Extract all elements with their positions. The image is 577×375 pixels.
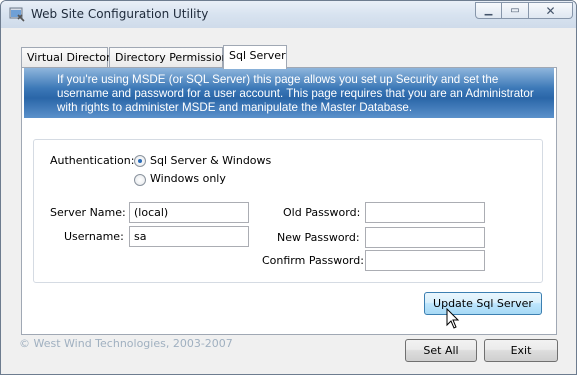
authentication-label: Authentication: bbox=[50, 154, 135, 167]
tab-sql-server[interactable]: Sql Server bbox=[223, 45, 287, 69]
tab-virtual-directory[interactable]: Virtual Directory bbox=[21, 47, 117, 68]
radio-sql-server-windows[interactable] bbox=[134, 155, 146, 167]
tab-directory-permissions[interactable]: Directory Permissions bbox=[109, 47, 234, 68]
exit-button[interactable]: Exit bbox=[484, 339, 558, 362]
app-icon bbox=[9, 7, 25, 22]
new-password-input[interactable] bbox=[365, 227, 485, 248]
close-button[interactable]: ✕ bbox=[529, 2, 573, 19]
minimize-button[interactable]: ▁ bbox=[475, 2, 502, 19]
new-password-label: New Password: bbox=[277, 231, 360, 244]
sql-settings-group: Authentication: Sql Server & Windows Win… bbox=[33, 139, 543, 283]
confirm-password-input[interactable] bbox=[365, 250, 485, 271]
server-name-label: Server Name: bbox=[50, 206, 126, 219]
radio-windows-only[interactable] bbox=[134, 174, 146, 186]
minimize-icon: ▁ bbox=[484, 5, 493, 16]
username-input[interactable] bbox=[129, 226, 249, 247]
confirm-password-label: Confirm Password: bbox=[262, 254, 364, 267]
info-banner: If you're using MSDE (or SQL Server) thi… bbox=[24, 68, 554, 118]
set-all-button[interactable]: Set All bbox=[405, 339, 477, 362]
copyright-text: © West Wind Technologies, 2003-2007 bbox=[19, 337, 233, 350]
mouse-pointer-icon bbox=[446, 308, 460, 329]
app-window: Web Site Configuration Utility ▁ ▭ ✕ Vir… bbox=[0, 0, 577, 375]
radio-sql-server-windows-label[interactable]: Sql Server & Windows bbox=[150, 154, 271, 167]
window-title: Web Site Configuration Utility bbox=[31, 7, 209, 21]
close-icon: ✕ bbox=[545, 3, 556, 18]
title-bar[interactable]: Web Site Configuration Utility ▁ ▭ ✕ bbox=[1, 1, 576, 28]
server-name-input[interactable] bbox=[129, 202, 249, 223]
old-password-label: Old Password: bbox=[283, 206, 361, 219]
username-label: Username: bbox=[64, 230, 124, 243]
radio-windows-only-label[interactable]: Windows only bbox=[150, 172, 226, 185]
maximize-icon: ▭ bbox=[510, 5, 520, 16]
banner-text: If you're using MSDE (or SQL Server) thi… bbox=[57, 73, 534, 114]
old-password-input[interactable] bbox=[365, 202, 485, 223]
update-sql-server-button[interactable]: Update Sql Server bbox=[424, 292, 542, 315]
maximize-button[interactable]: ▭ bbox=[502, 2, 529, 19]
caption-buttons: ▁ ▭ ✕ bbox=[475, 2, 573, 19]
